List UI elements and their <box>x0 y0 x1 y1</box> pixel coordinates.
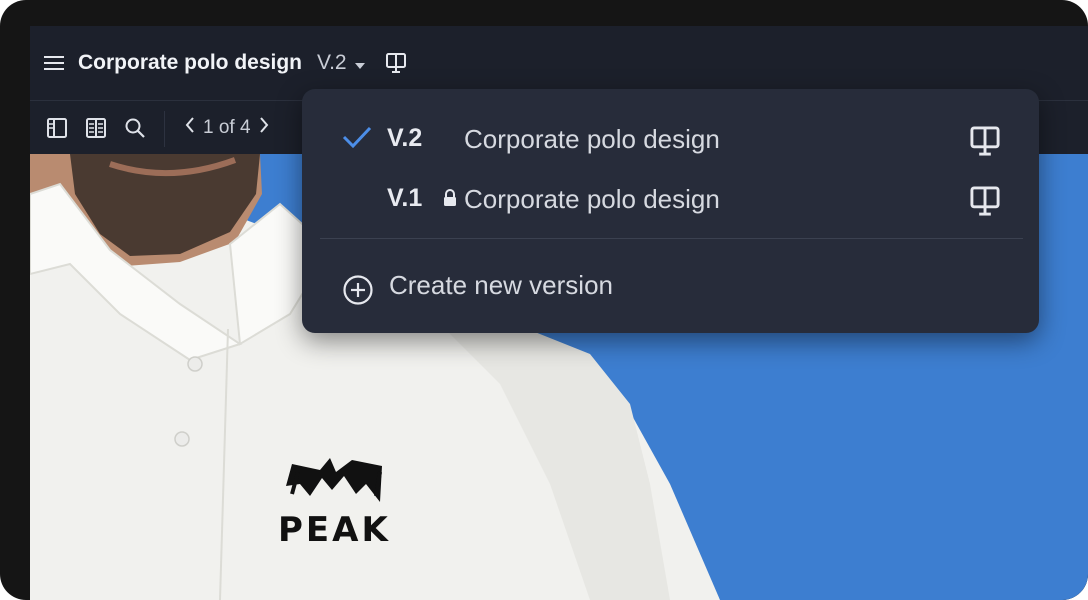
presentation-icon[interactable] <box>969 125 1001 157</box>
pages-grid-icon[interactable] <box>85 117 107 139</box>
peak-logo-text: PEAK <box>278 510 391 550</box>
create-new-version-label: Create new version <box>389 270 613 300</box>
version-label: V.2 <box>317 51 347 74</box>
version-name: Corporate polo design <box>464 124 720 154</box>
checkmark-icon <box>342 126 372 148</box>
caret-down-icon <box>354 51 365 75</box>
chevron-right-icon[interactable] <box>259 117 269 139</box>
create-new-version-button[interactable]: Create new version <box>302 259 1039 315</box>
plus-circle-icon <box>343 275 373 305</box>
version-dropdown-button[interactable]: V.2 <box>317 51 365 75</box>
presentation-icon[interactable] <box>385 52 407 74</box>
search-icon[interactable] <box>124 117 146 139</box>
menu-divider <box>320 238 1023 239</box>
page-indicator: 1 of 4 <box>203 117 251 138</box>
version-name: Corporate polo design <box>464 184 720 214</box>
presentation-icon[interactable] <box>969 185 1001 217</box>
hamburger-icon[interactable] <box>44 55 64 71</box>
version-item-v1[interactable]: V.1 Corporate polo design <box>302 170 1039 226</box>
version-number: V.2 <box>387 124 423 152</box>
version-item-v2[interactable]: V.2 Corporate polo design <box>302 110 1039 166</box>
toolbar-divider <box>164 111 165 147</box>
page-navigator: 1 of 4 <box>185 117 269 139</box>
chevron-left-icon[interactable] <box>185 117 195 139</box>
sidebar-panel-icon[interactable] <box>46 117 68 139</box>
device-frame: Corporate polo design V.2 1 of 4 PEAK V.… <box>0 0 1088 600</box>
lock-icon <box>444 189 456 206</box>
version-menu: V.2 Corporate polo design V.1 Corporate … <box>302 89 1039 333</box>
version-number: V.1 <box>387 184 423 212</box>
document-title: Corporate polo design <box>78 51 303 74</box>
